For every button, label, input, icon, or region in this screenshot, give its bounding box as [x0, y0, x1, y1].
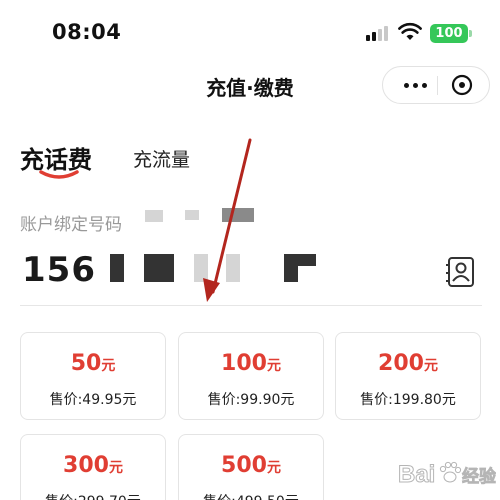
amount-value: 100元	[221, 351, 281, 376]
privacy-mask	[194, 254, 208, 282]
paw-logo-icon	[439, 461, 462, 483]
privacy-mask	[284, 254, 316, 266]
amount-value: 200元	[378, 351, 438, 376]
sale-price: 售价:499.50元	[179, 491, 323, 500]
section-divider	[20, 305, 482, 306]
privacy-mask	[144, 254, 174, 282]
privacy-mask	[110, 254, 124, 282]
amount-option-100[interactable]: 100元 售价:99.90元	[178, 332, 324, 420]
status-time: 08:04	[52, 20, 122, 44]
privacy-mask	[226, 254, 240, 282]
privacy-mask	[185, 210, 199, 220]
sale-price: 售价:199.80元	[360, 392, 456, 408]
signal-icon	[366, 25, 392, 41]
privacy-mask	[222, 208, 254, 222]
sale-price: 售价:299.70元	[21, 491, 165, 500]
contacts-icon[interactable]	[446, 256, 476, 288]
tab-recharge-data[interactable]: 充流量	[133, 145, 190, 172]
phone-label: 账户绑定号码	[20, 215, 122, 235]
close-circle-icon[interactable]	[451, 74, 473, 96]
active-tab-indicator	[39, 170, 79, 179]
mini-program-capsule	[382, 66, 490, 104]
watermark-logo: Bai 经验	[398, 461, 497, 489]
sale-price: 售价:99.90元	[207, 392, 295, 408]
amount-option-200[interactable]: 200元 售价:199.80元	[335, 332, 481, 420]
amount-value: 50元	[70, 351, 116, 376]
phone-number[interactable]: 156	[22, 250, 96, 290]
more-icon[interactable]	[395, 67, 435, 103]
svg-text:经验: 经验	[462, 466, 496, 487]
capsule-divider	[437, 76, 438, 95]
amount-option-300[interactable]: 300元 售价:299.70元	[20, 434, 166, 500]
amount-value: 300元	[63, 453, 123, 478]
svg-text:Bai: Bai	[398, 461, 435, 488]
privacy-mask	[284, 266, 298, 282]
amount-option-50[interactable]: 50元 售价:49.95元	[20, 332, 166, 420]
wifi-icon	[398, 22, 422, 40]
privacy-mask	[145, 210, 163, 222]
amount-option-500[interactable]: 500元 售价:499.50元	[178, 434, 324, 500]
battery-icon: 100	[430, 24, 472, 43]
amount-value: 500元	[221, 453, 281, 478]
sale-price: 售价:49.95元	[49, 392, 137, 408]
